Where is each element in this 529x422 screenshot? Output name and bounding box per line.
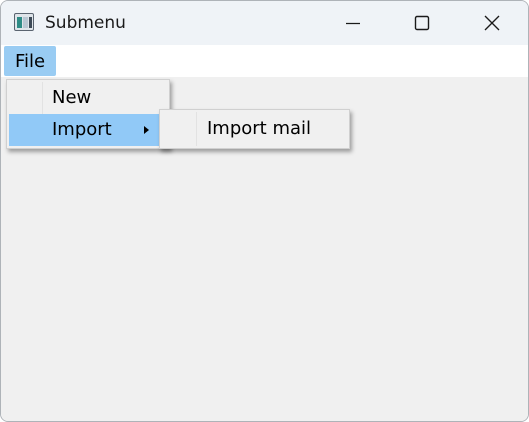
main-window: Submenu File	[0, 0, 529, 422]
menu-file-label: File	[15, 51, 46, 72]
menu-bar: File	[1, 45, 528, 77]
maximize-button[interactable]	[388, 1, 456, 45]
submenu-arrow-icon	[144, 126, 149, 134]
menu-file[interactable]: File	[4, 46, 56, 76]
file-menu-popup: New Import	[6, 79, 170, 149]
title-bar[interactable]: Submenu	[1, 1, 528, 45]
close-button[interactable]	[458, 1, 526, 45]
menu-item-import-mail[interactable]: Import mail	[163, 113, 346, 145]
minimize-icon	[346, 22, 360, 25]
minimize-button[interactable]	[319, 1, 387, 45]
close-icon	[484, 15, 500, 31]
menu-item-new-label: New	[52, 87, 92, 108]
menu-item-new[interactable]: New	[9, 82, 167, 114]
import-submenu-popup: Import mail	[159, 109, 350, 149]
app-window-icon	[14, 13, 34, 31]
menu-item-import[interactable]: Import	[9, 114, 167, 146]
maximize-icon	[414, 15, 430, 31]
menu-item-import-label: Import	[52, 119, 112, 140]
window-title: Submenu	[45, 13, 126, 33]
menu-item-import-mail-label: Import mail	[207, 118, 312, 139]
